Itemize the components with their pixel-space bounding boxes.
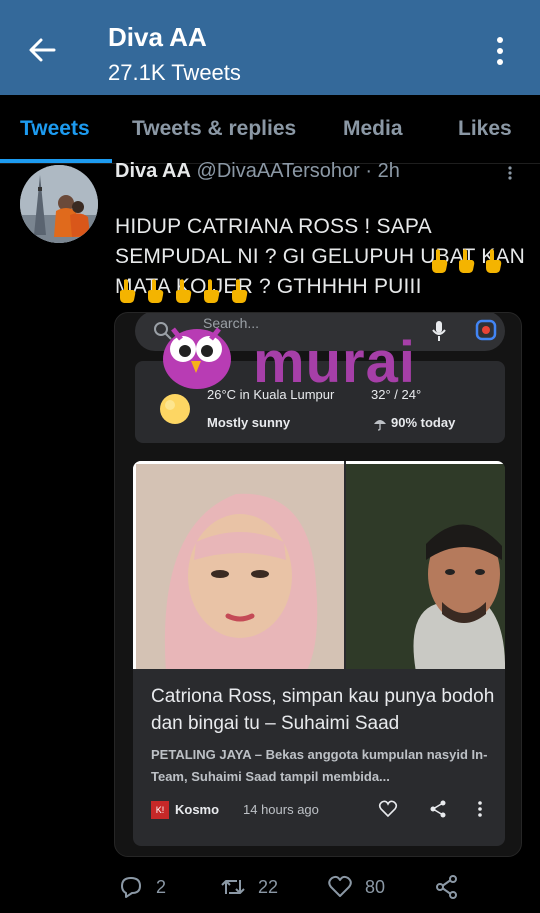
murai-watermark: murai (151, 317, 421, 395)
news-headline[interactable]: Catriona Ross, simpan kau punya bodoh da… (151, 683, 496, 737)
news-source-logo: K! (151, 801, 169, 819)
pointing-up-emoji-icon (204, 279, 220, 303)
tweet-author-handle: @DivaAATersohor · 2h (196, 160, 400, 182)
vertical-dots-icon (508, 166, 512, 180)
reply-icon (121, 877, 141, 898)
news-snippet: PETALING JAYA – Bekas anggota kumpulan n… (151, 747, 488, 784)
camera-lens-icon (475, 319, 497, 341)
retweet-button[interactable]: 22 (220, 870, 278, 904)
vertical-dots-icon (497, 37, 503, 65)
bird-mascot-logo (163, 327, 231, 389)
woman-in-hijab-photo (136, 464, 344, 669)
news-photo-woman (133, 461, 344, 669)
profile-name: Diva AA (108, 22, 207, 52)
weather-rain-chance: 90% today (391, 415, 456, 430)
vertical-dots-icon (478, 801, 482, 817)
watermark-text: murai (253, 330, 416, 395)
pointing-up-emoji-icon (486, 249, 502, 273)
tab-tweets[interactable]: Tweets (20, 117, 90, 141)
umbrella-icon (374, 420, 386, 431)
tweet-count: 27.1K Tweets (108, 60, 241, 85)
heart-icon (328, 875, 352, 897)
retweet-icon (221, 880, 245, 894)
heart-icon (378, 800, 398, 818)
tweet-header: Diva AA @DivaAATersohor · 2h (115, 160, 400, 183)
tab-likes[interactable]: Likes (458, 117, 512, 141)
share-icon (436, 875, 457, 899)
more-options-button[interactable] (490, 34, 510, 68)
reply-button[interactable]: 2 (118, 870, 166, 904)
arrow-left-icon (29, 38, 56, 62)
tweet-actions: 2 22 80 (0, 870, 540, 910)
man-portrait-photo (346, 464, 505, 669)
pointing-up-emoji-icon (176, 279, 192, 303)
avatar-photo (20, 165, 98, 243)
like-button[interactable]: 80 (327, 870, 385, 904)
news-card[interactable]: Catriona Ross, simpan kau punya bodoh da… (133, 461, 505, 846)
tweet-author-name[interactable]: Diva AA (115, 160, 191, 182)
pointing-up-emoji-icon (459, 249, 475, 273)
pointing-up-emoji-icon (432, 249, 448, 273)
avatar[interactable] (20, 165, 98, 243)
share-button[interactable] (434, 870, 460, 904)
news-source-name: Kosmo (175, 802, 220, 817)
pointing-up-emoji-icon (232, 279, 248, 303)
reply-count: 2 (156, 876, 167, 897)
back-button[interactable] (24, 32, 60, 68)
news-photo-man (346, 461, 505, 669)
share-icon (430, 800, 446, 818)
like-count: 80 (365, 876, 386, 897)
tweet-menu-button[interactable] (505, 165, 515, 181)
news-timestamp: 14 hours ago (243, 802, 319, 817)
pointing-up-emoji-icon (120, 279, 136, 303)
weather-condition: Mostly sunny (207, 415, 291, 430)
sun-icon (160, 394, 190, 424)
microphone-icon (432, 321, 446, 341)
profile-tabs: Tweets Tweets & replies Media Likes (0, 95, 540, 165)
pointing-up-emoji-icon (148, 279, 164, 303)
tab-tweets-replies[interactable]: Tweets & replies (132, 117, 296, 141)
tweet-media-image[interactable]: Search... 26°C in Kuala Lumpur 32° / 24°… (114, 312, 522, 857)
tab-media[interactable]: Media (343, 117, 403, 141)
profile-header: Diva AA 27.1K Tweets (0, 0, 540, 95)
retweet-count: 22 (258, 876, 279, 897)
